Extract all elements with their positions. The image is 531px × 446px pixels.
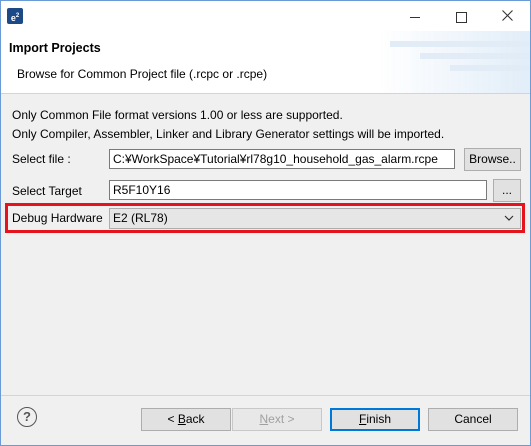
- footer-separator: [1, 395, 530, 396]
- header-stripe: [390, 41, 530, 47]
- minimize-button[interactable]: [392, 1, 438, 31]
- app-icon-superscript: 2: [15, 13, 20, 19]
- select-target-label: Select Target: [12, 184, 82, 198]
- page-subtitle: Browse for Common Project file (.rcpc or…: [17, 67, 268, 81]
- close-icon: [501, 10, 513, 22]
- maximize-icon: [455, 11, 467, 23]
- back-label-mnemonic: B: [177, 412, 186, 426]
- maximize-button[interactable]: [438, 1, 484, 31]
- e2-studio-app-icon: e2: [7, 8, 23, 24]
- next-label-rest: ext >: [268, 412, 295, 426]
- import-projects-dialog: e2 Import Projects Browse for Common Pro…: [0, 0, 531, 446]
- chevron-down-icon: [504, 215, 514, 221]
- select-file-label: Select file :: [12, 152, 71, 166]
- close-button[interactable]: [484, 1, 530, 31]
- minimize-icon: [410, 16, 420, 18]
- select-target-input[interactable]: R5F10Y16: [109, 180, 487, 200]
- header-stripe: [420, 53, 530, 59]
- back-label-prefix: <: [167, 412, 178, 426]
- next-button[interactable]: Next >: [232, 408, 322, 431]
- select-target-browse-button[interactable]: ...: [493, 179, 521, 202]
- info-text-version: Only Common File format versions 1.00 or…: [12, 108, 343, 122]
- debug-hardware-value: E2 (RL78): [113, 211, 168, 225]
- debug-hardware-select[interactable]: E2 (RL78): [109, 208, 521, 229]
- help-icon[interactable]: ?: [17, 407, 37, 427]
- cancel-button[interactable]: Cancel: [428, 408, 518, 431]
- title-bar: e2: [1, 1, 530, 31]
- select-file-input[interactable]: C:¥WorkSpace¥Tutorial¥rl78g10_household_…: [109, 149, 455, 169]
- finish-button[interactable]: Finish: [330, 408, 420, 431]
- next-label-mnemonic: N: [259, 412, 269, 426]
- finish-label-rest: inish: [366, 412, 392, 426]
- header-decoration: [380, 31, 530, 93]
- header-stripe: [450, 65, 530, 71]
- back-button[interactable]: < Back: [141, 408, 231, 431]
- info-text-settings: Only Compiler, Assembler, Linker and Lib…: [12, 127, 445, 141]
- wizard-header: Import Projects Browse for Common Projec…: [1, 31, 530, 94]
- page-title: Import Projects: [9, 41, 101, 55]
- debug-hardware-label: Debug Hardware: [12, 211, 103, 225]
- browse-button[interactable]: Browse..: [464, 148, 521, 171]
- back-label-rest: ack: [185, 412, 205, 426]
